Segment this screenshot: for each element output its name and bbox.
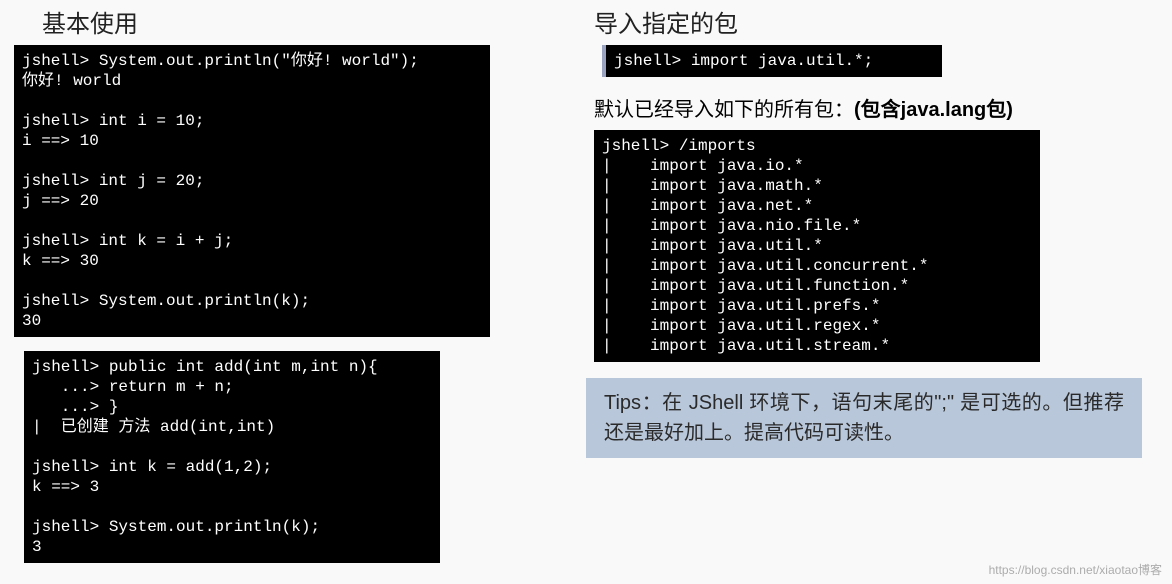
terminal-method-def: jshell> public int add(int m,int n){ ...… [24,351,440,563]
left-column: 基本使用 jshell> System.out.println("你好! wor… [14,0,544,571]
tips-box: Tips：在 JShell 环境下，语句末尾的";" 是可选的。但推荐还是最好加… [586,378,1142,458]
subheading-bold: (包含java.lang包) [854,99,1013,121]
terminal-import: jshell> import java.util.*; [602,45,942,77]
terminal-imports-list: jshell> /imports | import java.io.* | im… [594,130,1040,362]
watermark: https://blog.csdn.net/xiaotao博客 [989,561,1162,578]
right-column: 导入指定的包 jshell> import java.util.*; 默认已经导… [580,0,1160,458]
subheading-text: 默认已经导入如下的所有包： [594,99,854,121]
heading-basic-usage: 基本使用 [42,4,544,39]
heading-import-package: 导入指定的包 [594,4,1160,39]
subheading-default-imports: 默认已经导入如下的所有包：(包含java.lang包) [594,93,1160,122]
terminal-basic-usage: jshell> System.out.println("你好! world");… [14,45,490,337]
